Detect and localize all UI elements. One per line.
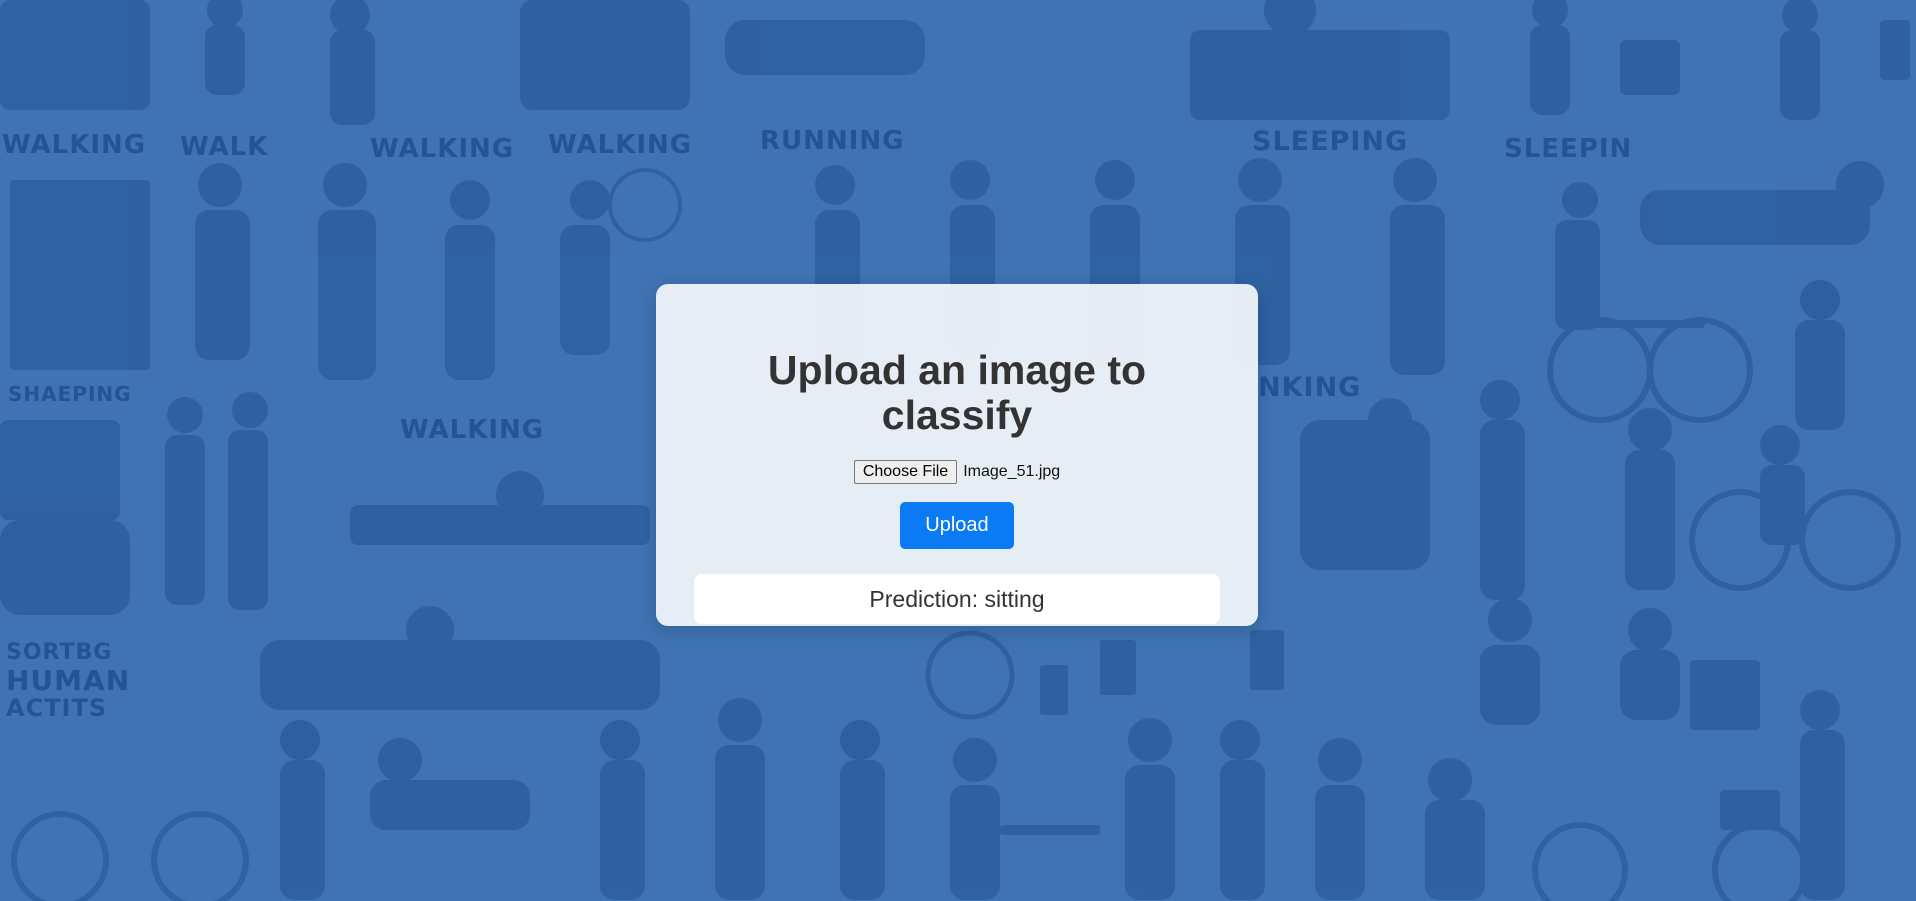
upload-card: Upload an image to classify Choose File … [656, 284, 1258, 626]
prediction-result: Prediction: sitting [694, 574, 1220, 625]
background-word: SHAEPING [8, 382, 132, 406]
page-background: WALKING WALK WALKING WALKING RUNNING SLE… [0, 0, 1916, 901]
background-word: ACTITS [6, 694, 108, 722]
upload-row: Upload [694, 502, 1220, 550]
background-word: RUNNING [760, 126, 905, 156]
background-word: SLEEPIN [1504, 134, 1633, 164]
file-input[interactable]: Choose File Image_51.jpg [694, 460, 1220, 485]
background-word: HUMAN [6, 664, 131, 697]
background-word: WALK [180, 132, 269, 162]
background-word: SORTBG [6, 640, 113, 665]
background-word: SLEEPING [1252, 126, 1409, 157]
prediction-text: Prediction: sitting [869, 585, 1045, 612]
selected-file-name: Image_51.jpg [963, 463, 1061, 481]
background-word: WALKING [370, 134, 515, 164]
background-word: NKING [1258, 372, 1362, 403]
page-title: Upload an image to classify [767, 347, 1147, 439]
choose-file-button[interactable]: Choose File [853, 460, 958, 485]
upload-button[interactable]: Upload [900, 502, 1014, 550]
background-word: WALKING [2, 130, 147, 160]
background-word: WALKING [400, 415, 545, 445]
background-word: WALKING [548, 130, 693, 160]
